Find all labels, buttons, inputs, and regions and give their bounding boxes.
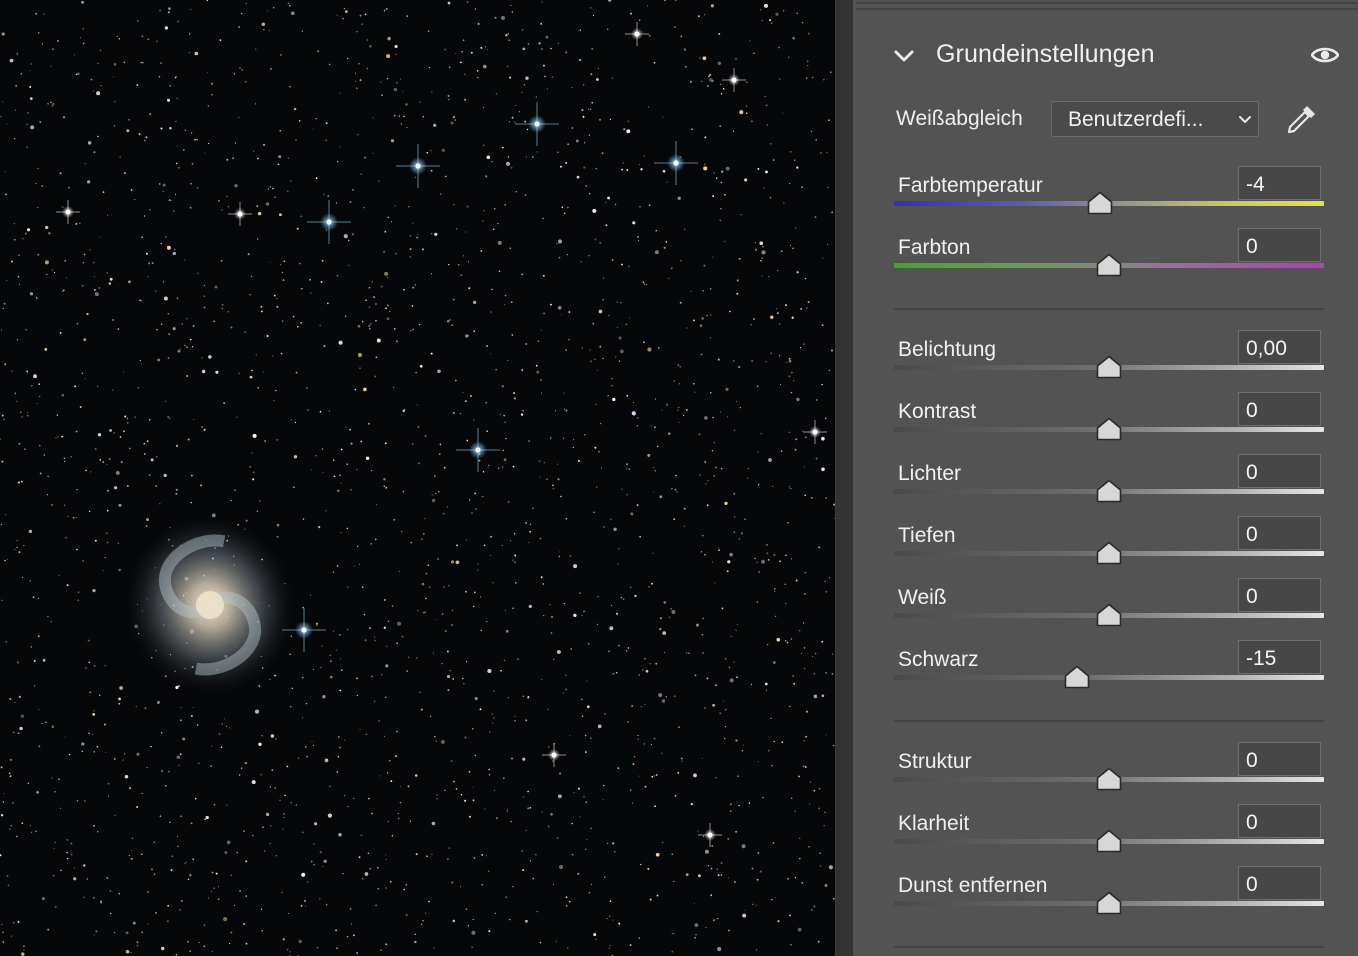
image-canvas[interactable] xyxy=(0,0,835,956)
white-balance-value: Benutzerdefi... xyxy=(1068,108,1204,131)
slider-value-dunst-entfernen[interactable]: 0 xyxy=(1238,866,1321,900)
slider-track-schwarz[interactable] xyxy=(894,675,1324,680)
astro-photo xyxy=(0,0,835,956)
slider-value-lichter[interactable]: 0 xyxy=(1238,454,1321,488)
slider-thumb-tiefen[interactable] xyxy=(1096,541,1122,565)
slider-thumb-kontrast[interactable] xyxy=(1096,417,1122,441)
slider-row-dunst-entfernen: Dunst entfernen 0 xyxy=(853,866,1358,934)
section-divider xyxy=(894,308,1324,310)
slider-label-klarheit: Klarheit xyxy=(898,812,970,835)
white-balance-dropdown[interactable]: Benutzerdefi... xyxy=(1051,101,1259,137)
panel-top-rule-2 xyxy=(856,8,1358,10)
slider-thumb-lichter[interactable] xyxy=(1096,479,1122,503)
adjustments-panel: Grundeinstellungen Weißabgleich Benutzer… xyxy=(853,0,1358,956)
section-divider xyxy=(894,946,1324,948)
slider-value-struktur[interactable]: 0 xyxy=(1238,742,1321,776)
slider-label-belichtung: Belichtung xyxy=(898,338,997,361)
slider-row-struktur: Struktur 0 xyxy=(853,742,1358,810)
slider-label-farbton: Farbton xyxy=(898,236,971,259)
slider-row-schwarz: Schwarz -15 xyxy=(853,640,1358,708)
section-divider xyxy=(894,720,1324,722)
slider-thumb-weiss[interactable] xyxy=(1096,603,1122,627)
slider-row-farbtemperatur: Farbtemperatur -4 xyxy=(853,166,1358,234)
slider-label-schwarz: Schwarz xyxy=(898,648,979,671)
section-header[interactable]: Grundeinstellungen xyxy=(853,30,1358,80)
slider-label-struktur: Struktur xyxy=(898,750,972,773)
eyedropper-icon[interactable] xyxy=(1285,102,1319,136)
slider-label-lichter: Lichter xyxy=(898,462,962,485)
white-balance-label: Weißabgleich xyxy=(896,107,1023,130)
panel-top-rule xyxy=(856,2,1358,4)
slider-row-farbton: Farbton 0 xyxy=(853,228,1358,296)
slider-row-weiss: Weiß 0 xyxy=(853,578,1358,646)
section-title: Grundeinstellungen xyxy=(936,40,1155,68)
slider-thumb-farbton[interactable] xyxy=(1096,253,1122,277)
canvas-scrollbar[interactable] xyxy=(835,0,853,956)
slider-thumb-dunst-entfernen[interactable] xyxy=(1096,891,1122,915)
slider-value-klarheit[interactable]: 0 xyxy=(1238,804,1321,838)
slider-label-weiss: Weiß xyxy=(898,586,947,609)
slider-label-kontrast: Kontrast xyxy=(898,400,977,423)
slider-thumb-klarheit[interactable] xyxy=(1096,829,1122,853)
slider-label-farbtemperatur: Farbtemperatur xyxy=(898,174,1043,197)
slider-row-tiefen: Tiefen 0 xyxy=(853,516,1358,584)
slider-thumb-belichtung[interactable] xyxy=(1096,355,1122,379)
slider-thumb-schwarz[interactable] xyxy=(1064,665,1090,689)
slider-row-lichter: Lichter 0 xyxy=(853,454,1358,522)
slider-value-schwarz[interactable]: -15 xyxy=(1238,640,1321,674)
slider-value-farbton[interactable]: 0 xyxy=(1238,228,1321,262)
slider-label-tiefen: Tiefen xyxy=(898,524,956,547)
slider-row-belichtung: Belichtung 0,00 xyxy=(853,330,1358,398)
slider-value-kontrast[interactable]: 0 xyxy=(1238,392,1321,426)
slider-thumb-struktur[interactable] xyxy=(1096,767,1122,791)
slider-value-weiss[interactable]: 0 xyxy=(1238,578,1321,612)
eye-icon[interactable] xyxy=(1311,45,1339,65)
slider-label-dunst-entfernen: Dunst entfernen xyxy=(898,874,1048,897)
chevron-down-icon[interactable] xyxy=(893,46,915,66)
slider-value-tiefen[interactable]: 0 xyxy=(1238,516,1321,550)
slider-value-belichtung[interactable]: 0,00 xyxy=(1238,330,1321,364)
slider-row-kontrast: Kontrast 0 xyxy=(853,392,1358,460)
slider-row-klarheit: Klarheit 0 xyxy=(853,804,1358,872)
slider-thumb-farbtemperatur[interactable] xyxy=(1087,191,1113,215)
slider-value-farbtemperatur[interactable]: -4 xyxy=(1238,166,1321,200)
chevron-down-icon xyxy=(1239,116,1251,123)
